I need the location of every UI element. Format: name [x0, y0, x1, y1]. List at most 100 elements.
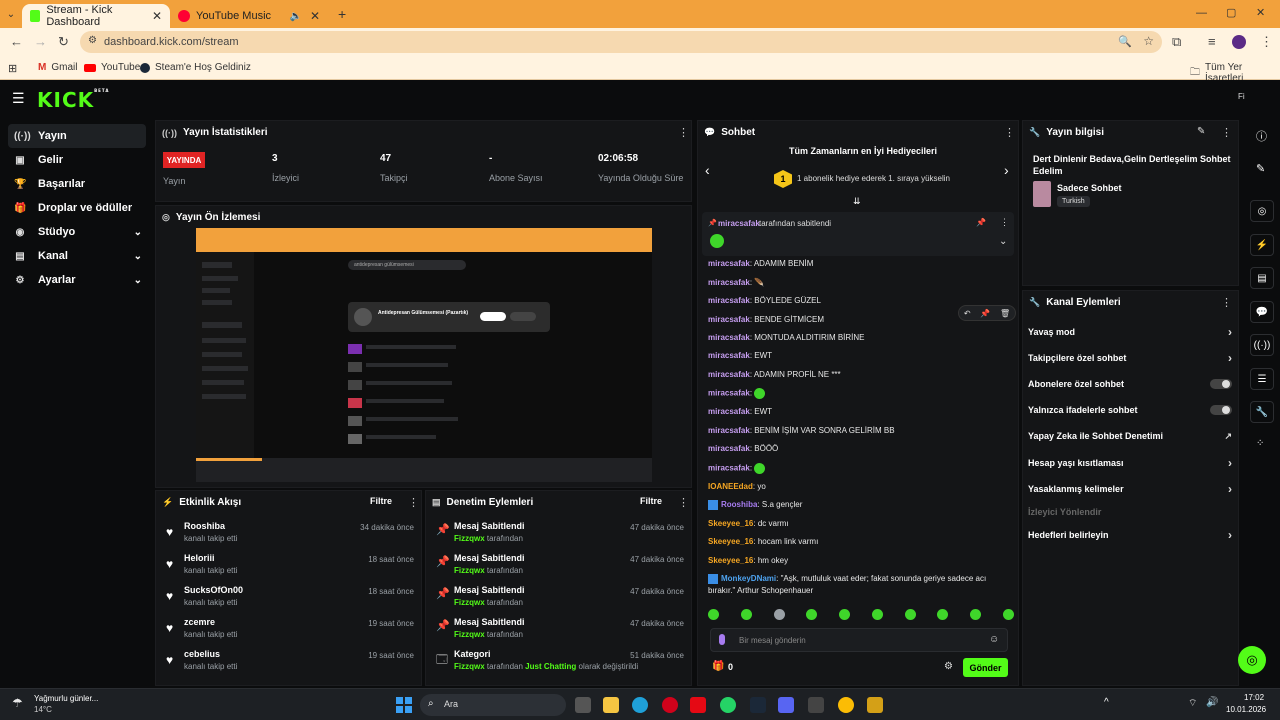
chat-username[interactable]: miracsafak — [708, 351, 750, 360]
action-followers-only[interactable]: Takipçilere özel sohbet › — [1028, 349, 1232, 367]
rail-more-icon[interactable]: ⁘ — [1256, 438, 1264, 449]
action-banned-words[interactable]: Yasaklanmış kelimeler › — [1028, 480, 1232, 498]
emoji-icon[interactable]: ☺ — [989, 634, 999, 645]
subscribers-only-toggle[interactable] — [1210, 379, 1232, 389]
chat-message[interactable]: miracsafak: BENDE GİTMİCEM — [708, 315, 824, 324]
chat-username[interactable]: miracsafak — [708, 333, 750, 342]
leaderboard-next-icon[interactable]: › — [1004, 162, 1009, 178]
moderation-item[interactable]: 📌 Mesaj Sabitlendi Fizzqwx tarafından 47… — [432, 617, 688, 647]
sidebar-item-kanal[interactable]: ▤ Kanal ⌄ — [8, 244, 146, 268]
bookmark-star-icon[interactable]: ☆ — [1143, 34, 1154, 48]
file-explorer-icon[interactable] — [603, 697, 619, 713]
chat-username[interactable]: miracsafak — [708, 389, 750, 398]
chat-username[interactable]: Skeeyee_16 — [708, 537, 753, 546]
edit-layout-icon[interactable]: ✎ — [1256, 162, 1265, 175]
kebab-menu-icon[interactable]: ⋮ — [1221, 126, 1232, 139]
tab-list-icon[interactable]: ⌄ — [0, 9, 22, 20]
close-tab-icon[interactable]: ✕ — [310, 9, 320, 23]
user-menu[interactable]: Fi — [1238, 92, 1245, 101]
chat-username[interactable]: Rooshiba — [721, 500, 757, 509]
chrome-icon[interactable] — [838, 697, 854, 713]
chat-input[interactable]: Bir mesaj gönderin ☺ — [710, 628, 1008, 652]
pin-message-icon[interactable]: 📌 — [980, 309, 990, 318]
emote-icon[interactable] — [839, 609, 851, 620]
chat-message[interactable]: Rooshiba: S.a gençler — [708, 500, 802, 510]
emote-icon[interactable] — [806, 609, 818, 620]
emotes-only-toggle[interactable] — [1210, 405, 1232, 415]
chat-message[interactable]: miracsafak: — [708, 388, 766, 399]
chat-username[interactable]: miracsafak — [708, 426, 750, 435]
bookmark-gmail[interactable]: M Gmail — [38, 62, 77, 73]
sidebar-item-gelir[interactable]: ▣ Gelir — [8, 148, 146, 172]
pinned-message[interactable]: 📌 miracsafak tarafından sabitlendi 📌 ⋮ ⌄ — [702, 212, 1014, 256]
action-set-goals[interactable]: Hedefleri belirleyin › — [1028, 526, 1232, 544]
chat-message[interactable]: Skeeyee_16: hocam link varmı — [708, 537, 818, 546]
rail-chat-button[interactable]: 💬 — [1250, 301, 1274, 323]
reply-icon[interactable]: ↶ — [964, 309, 971, 318]
chat-message[interactable]: miracsafak: MONTUDA ALDITIRIM BİRİNE — [708, 333, 865, 342]
stream-preview-video[interactable]: antidepresan gülümsemesi Antidepresan Gü… — [196, 228, 652, 482]
kebab-menu-icon[interactable]: ⋮ — [408, 496, 419, 509]
moderation-item[interactable]: 📌 Mesaj Sabitlendi Fizzqwx tarafından 47… — [432, 585, 688, 615]
moderation-filter-button[interactable]: Filtre — [640, 496, 662, 506]
chat-settings-icon[interactable]: ⚙ — [944, 661, 953, 672]
activity-item[interactable]: ♥ Rooshiba kanalı takip etti 34 dakika ö… — [162, 521, 418, 551]
chat-username[interactable]: miracsafak — [708, 407, 750, 416]
action-slow-mode[interactable]: Yavaş mod › — [1028, 323, 1232, 341]
activity-item[interactable]: ♥ zcemre kanalı takip etti 19 saat önce — [162, 617, 418, 647]
hamburger-menu-icon[interactable]: ☰ — [12, 90, 25, 107]
sidebar-item-basarilar[interactable]: 🏆 Başarılar — [8, 172, 146, 196]
zoom-icon[interactable]: 🔍 — [1118, 35, 1132, 48]
chat-username[interactable]: miracsafak — [708, 296, 750, 305]
rail-moderation-button[interactable]: ▤ — [1250, 267, 1274, 289]
chat-message[interactable]: miracsafak: 🪶 — [708, 278, 764, 287]
chat-message[interactable]: miracsafak: BÖÖÖ — [708, 444, 778, 453]
scroll-down-icon[interactable]: ⇊ — [853, 196, 861, 207]
close-window-icon[interactable]: ✕ — [1256, 6, 1265, 19]
chat-message[interactable]: miracsafak: — [708, 463, 766, 474]
chat-username[interactable]: miracsafak — [708, 315, 750, 324]
sidebar-item-yayin[interactable]: ((·)) Yayın — [8, 124, 146, 148]
opera-icon[interactable] — [662, 697, 678, 713]
volume-icon[interactable]: 🔊 — [1206, 697, 1218, 708]
discord-icon[interactable] — [778, 697, 794, 713]
back-icon[interactable]: ← — [10, 34, 23, 49]
chat-username[interactable]: Skeeyee_16 — [708, 556, 753, 565]
kebab-menu-icon[interactable]: ⋮ — [1004, 126, 1015, 139]
chat-message[interactable]: Skeeyee_16: hm okey — [708, 556, 788, 565]
taskbar-search[interactable]: ⌕ Ara — [420, 694, 566, 716]
help-fab-icon[interactable]: ◎ — [1238, 646, 1266, 674]
emote-icon[interactable] — [773, 609, 785, 620]
chat-message[interactable]: miracsafak: BÖYLEDE GÜZEL — [708, 296, 821, 305]
clock-date[interactable]: 10.01.2026 — [1226, 705, 1266, 714]
chat-message[interactable]: IOANEEdad: yo — [708, 482, 766, 491]
new-tab-plus-icon[interactable]: + — [338, 6, 346, 22]
site-info-icon[interactable]: ⚙ — [88, 35, 97, 46]
extensions-icon[interactable]: ⧉ — [1172, 34, 1181, 50]
sidebar-item-studyo[interactable]: ◉ Stüdyo ⌄ — [8, 220, 146, 244]
rail-tools-button[interactable]: 🔧 — [1250, 401, 1274, 423]
epic-games-icon[interactable] — [808, 697, 824, 713]
chat-username[interactable]: miracsafak — [708, 278, 750, 287]
chat-message[interactable]: Skeeyee_16: dc varmı — [708, 519, 789, 528]
emote-icon[interactable] — [871, 609, 883, 620]
emote-icon[interactable] — [740, 609, 752, 620]
chat-message[interactable]: miracsafak: ADAMIN PROFİL NE *** — [708, 370, 841, 379]
media-queue-icon[interactable]: ≡ — [1208, 34, 1216, 49]
activity-item[interactable]: ♥ Heloriii kanalı takip etti 18 saat önc… — [162, 553, 418, 583]
moderation-item[interactable]: 📌 Mesaj Sabitlendi Fizzqwx tarafından 47… — [432, 521, 688, 551]
minimize-icon[interactable]: — — [1196, 7, 1207, 19]
windows-start-icon[interactable] — [396, 697, 412, 713]
delete-icon[interactable]: 🗑 — [1000, 309, 1010, 318]
chat-message[interactable]: miracsafak: ADAMIM BENİM — [708, 259, 813, 268]
kebab-menu-icon[interactable]: ⋮ — [1000, 217, 1009, 228]
chat-message[interactable]: bırakır." Arthur Schopenhauer — [708, 586, 813, 595]
unpin-icon[interactable]: 📌 — [976, 218, 986, 227]
action-subscribers-only[interactable]: Abonelere özel sohbet — [1028, 375, 1232, 393]
apps-grid-icon[interactable]: ⊞ — [8, 62, 17, 75]
action-account-age[interactable]: Hesap yaşı kısıtlaması › — [1028, 454, 1232, 472]
rail-stats-button[interactable]: ☰ — [1250, 368, 1274, 390]
chat-message[interactable]: miracsafak: BENİM İŞİM VAR SONRA GELİRİM… — [708, 426, 895, 435]
sidebar-item-droplar[interactable]: 🎁 Droplar ve ödüller — [8, 196, 146, 220]
action-ai-moderation[interactable]: Yapay Zeka ile Sohbet Denetimi ↗ — [1028, 427, 1232, 445]
